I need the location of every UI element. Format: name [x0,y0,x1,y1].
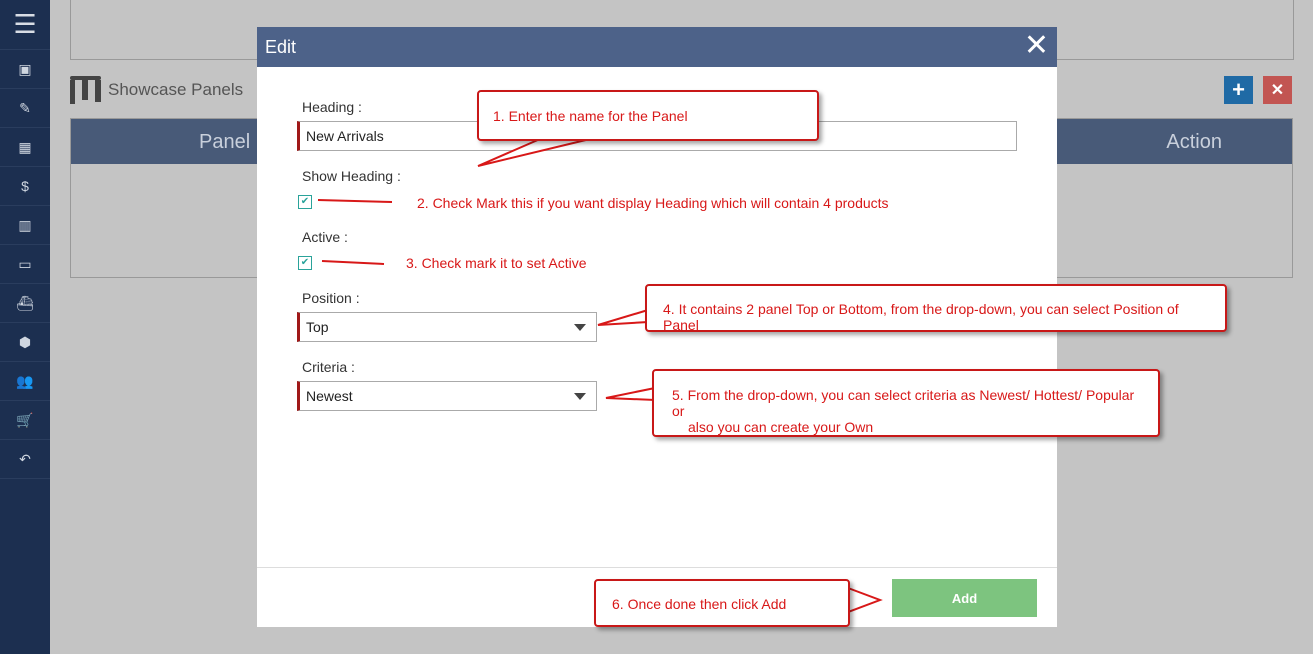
money-bag-icon[interactable]: $ [0,167,50,206]
ticket-icon[interactable]: ▭ [0,245,50,284]
annotation-3: 3. Check mark it to set Active [406,255,587,271]
criteria-select[interactable]: Newest [297,381,597,411]
add-panel-button[interactable]: + [1224,76,1253,104]
sidebar: ☰ ▣ ✎ ▦ $ ▥ ▭ ⛴ ⬢ 👥 🛒 ↶ [0,0,50,654]
position-select[interactable]: Top [297,312,597,342]
annotation-5-line1: 5. From the drop-down, you can select cr… [672,387,1135,419]
position-label: Position : [302,290,360,306]
annotation-4: 4. It contains 2 panel Top or Bottom, fr… [645,284,1227,333]
position-value: Top [306,319,329,335]
users-icon[interactable]: 👥 [0,362,50,401]
column-panel: Panel [199,131,251,153]
page-title: Showcase Panels [70,76,243,104]
show-heading-label: Show Heading : [302,168,401,184]
annotation-2: 2. Check Mark this if you want display H… [417,195,889,211]
ship-icon[interactable]: ⛴ [0,284,50,323]
criteria-value: Newest [306,388,353,404]
edit-list-icon[interactable]: ✎ [0,89,50,128]
heading-label: Heading : [302,99,362,115]
annotation-5: 5. From the drop-down, you can select cr… [652,369,1160,437]
column-action: Action [1166,131,1222,153]
annotation-5-line2: also you can create your Own [688,419,874,435]
criteria-label: Criteria : [302,359,355,375]
book-icon[interactable]: ▥ [0,206,50,245]
box-icon[interactable]: ⬢ [0,323,50,362]
menu-icon[interactable]: ☰ [0,0,50,50]
chevron-down-icon [574,324,586,331]
modal-title: Edit [265,37,297,57]
id-card-icon[interactable]: ▣ [0,50,50,89]
add-button[interactable]: Add [892,579,1037,617]
active-label: Active : [302,229,348,245]
modal-header: Edit ✕ [257,27,1057,67]
active-checkbox[interactable]: ✔ [298,256,312,270]
delete-panel-button[interactable]: ✕ [1263,76,1292,104]
layout-icon[interactable]: ▦ [0,128,50,167]
close-icon[interactable]: ✕ [1024,31,1049,61]
show-heading-checkbox[interactable]: ✔ [298,195,312,209]
annotation-6: 6. Once done then click Add [594,579,850,627]
undo-icon[interactable]: ↶ [0,440,50,479]
annotation-1: 1. Enter the name for the Panel [477,90,819,141]
chevron-down-icon [574,393,586,400]
panels-icon [70,76,102,104]
cart-icon[interactable]: 🛒 [0,401,50,440]
